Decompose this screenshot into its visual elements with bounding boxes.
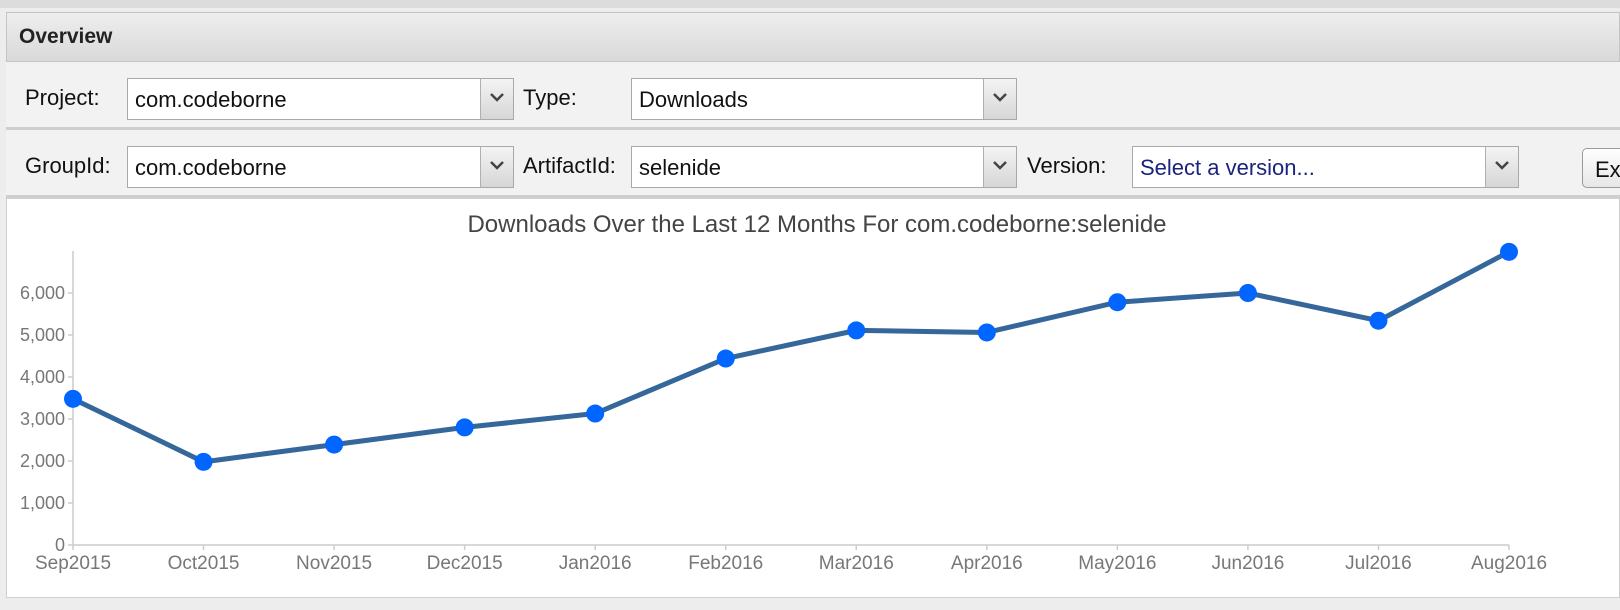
- x-tick-label: Sep2015: [35, 553, 111, 574]
- project-dropdown-button[interactable]: [480, 79, 513, 119]
- artifactid-value: selenide: [639, 155, 721, 180]
- data-point: [1500, 242, 1518, 261]
- project-value: com.codeborne: [135, 87, 287, 112]
- data-point: [325, 435, 344, 454]
- artifactid-label: ArtifactId:: [523, 153, 616, 178]
- version-label: Version:: [1027, 153, 1107, 178]
- data-point: [847, 321, 866, 340]
- data-point: [1108, 293, 1127, 312]
- x-tick-label: Dec2015: [427, 553, 503, 574]
- data-point: [586, 404, 605, 423]
- groupid-value: com.codeborne: [135, 155, 287, 180]
- y-tick-label: 3,000: [20, 409, 65, 429]
- version-placeholder: Select a version...: [1140, 155, 1315, 180]
- x-tick-label: May2016: [1078, 553, 1156, 574]
- data-point: [1369, 311, 1388, 330]
- data-point: [1238, 284, 1257, 302]
- x-tick-label: Feb2016: [688, 553, 763, 574]
- data-point: [64, 389, 82, 408]
- project-label: Project:: [25, 85, 100, 110]
- chevron-down-icon: [490, 161, 504, 170]
- project-filter-row: Project: com.codeborne Type: Downloads: [6, 62, 1620, 130]
- project-combobox[interactable]: com.codeborne: [127, 78, 514, 120]
- y-tick-label: 6,000: [20, 283, 65, 303]
- type-dropdown-button[interactable]: [983, 79, 1016, 119]
- data-point: [716, 349, 735, 368]
- downloads-line-chart: 0 1,000 2,000 3,000 4,000 5,000 6,000 Sep2015 Oc…: [20, 242, 1547, 574]
- groupid-combobox[interactable]: com.codeborne: [127, 146, 514, 188]
- x-tick-label: Apr2016: [951, 553, 1023, 574]
- version-combobox[interactable]: Select a version...: [1132, 146, 1519, 188]
- chevron-down-icon: [993, 161, 1007, 170]
- x-tick-label: Jul2016: [1345, 553, 1412, 574]
- x-tick-label: Jan2016: [559, 553, 632, 574]
- data-point: [977, 323, 996, 342]
- y-tick-label: 0: [55, 535, 65, 555]
- y-tick-label: 2,000: [20, 451, 65, 471]
- data-point: [194, 452, 213, 471]
- type-combobox[interactable]: Downloads: [631, 78, 1017, 120]
- x-tick-label: Mar2016: [819, 553, 894, 574]
- y-tick-label: 5,000: [20, 325, 65, 345]
- type-value: Downloads: [639, 87, 748, 112]
- groupid-label: GroupId:: [25, 153, 111, 178]
- x-tick-label: Nov2015: [296, 553, 372, 574]
- type-label: Type:: [523, 85, 577, 110]
- y-tick-label: 4,000: [20, 367, 65, 387]
- chart-panel: Downloads Over the Last 12 Months For co…: [6, 198, 1620, 598]
- artifactid-combobox[interactable]: selenide: [631, 146, 1017, 188]
- y-tick-label: 1,000: [20, 493, 65, 513]
- x-tick-label: Aug2016: [1471, 553, 1547, 574]
- data-point: [455, 418, 474, 437]
- groupid-dropdown-button[interactable]: [480, 147, 513, 187]
- export-button-label: Exp: [1595, 157, 1620, 182]
- x-tick-label: Oct2015: [168, 553, 240, 574]
- x-tick-label: Jun2016: [1211, 553, 1284, 574]
- version-dropdown-button[interactable]: [1485, 147, 1518, 187]
- chevron-down-icon: [490, 93, 504, 102]
- top-border: [0, 0, 1620, 8]
- chevron-down-icon: [1495, 161, 1509, 170]
- artifact-filter-row: GroupId: com.codeborne ArtifactId: selen…: [6, 130, 1620, 198]
- series-line: [71, 249, 1511, 465]
- chevron-down-icon: [993, 93, 1007, 102]
- overview-panel-header: Overview: [6, 12, 1620, 62]
- artifactid-dropdown-button[interactable]: [983, 147, 1016, 187]
- panel-title: Overview: [19, 25, 113, 48]
- export-button[interactable]: Exp: [1582, 148, 1620, 188]
